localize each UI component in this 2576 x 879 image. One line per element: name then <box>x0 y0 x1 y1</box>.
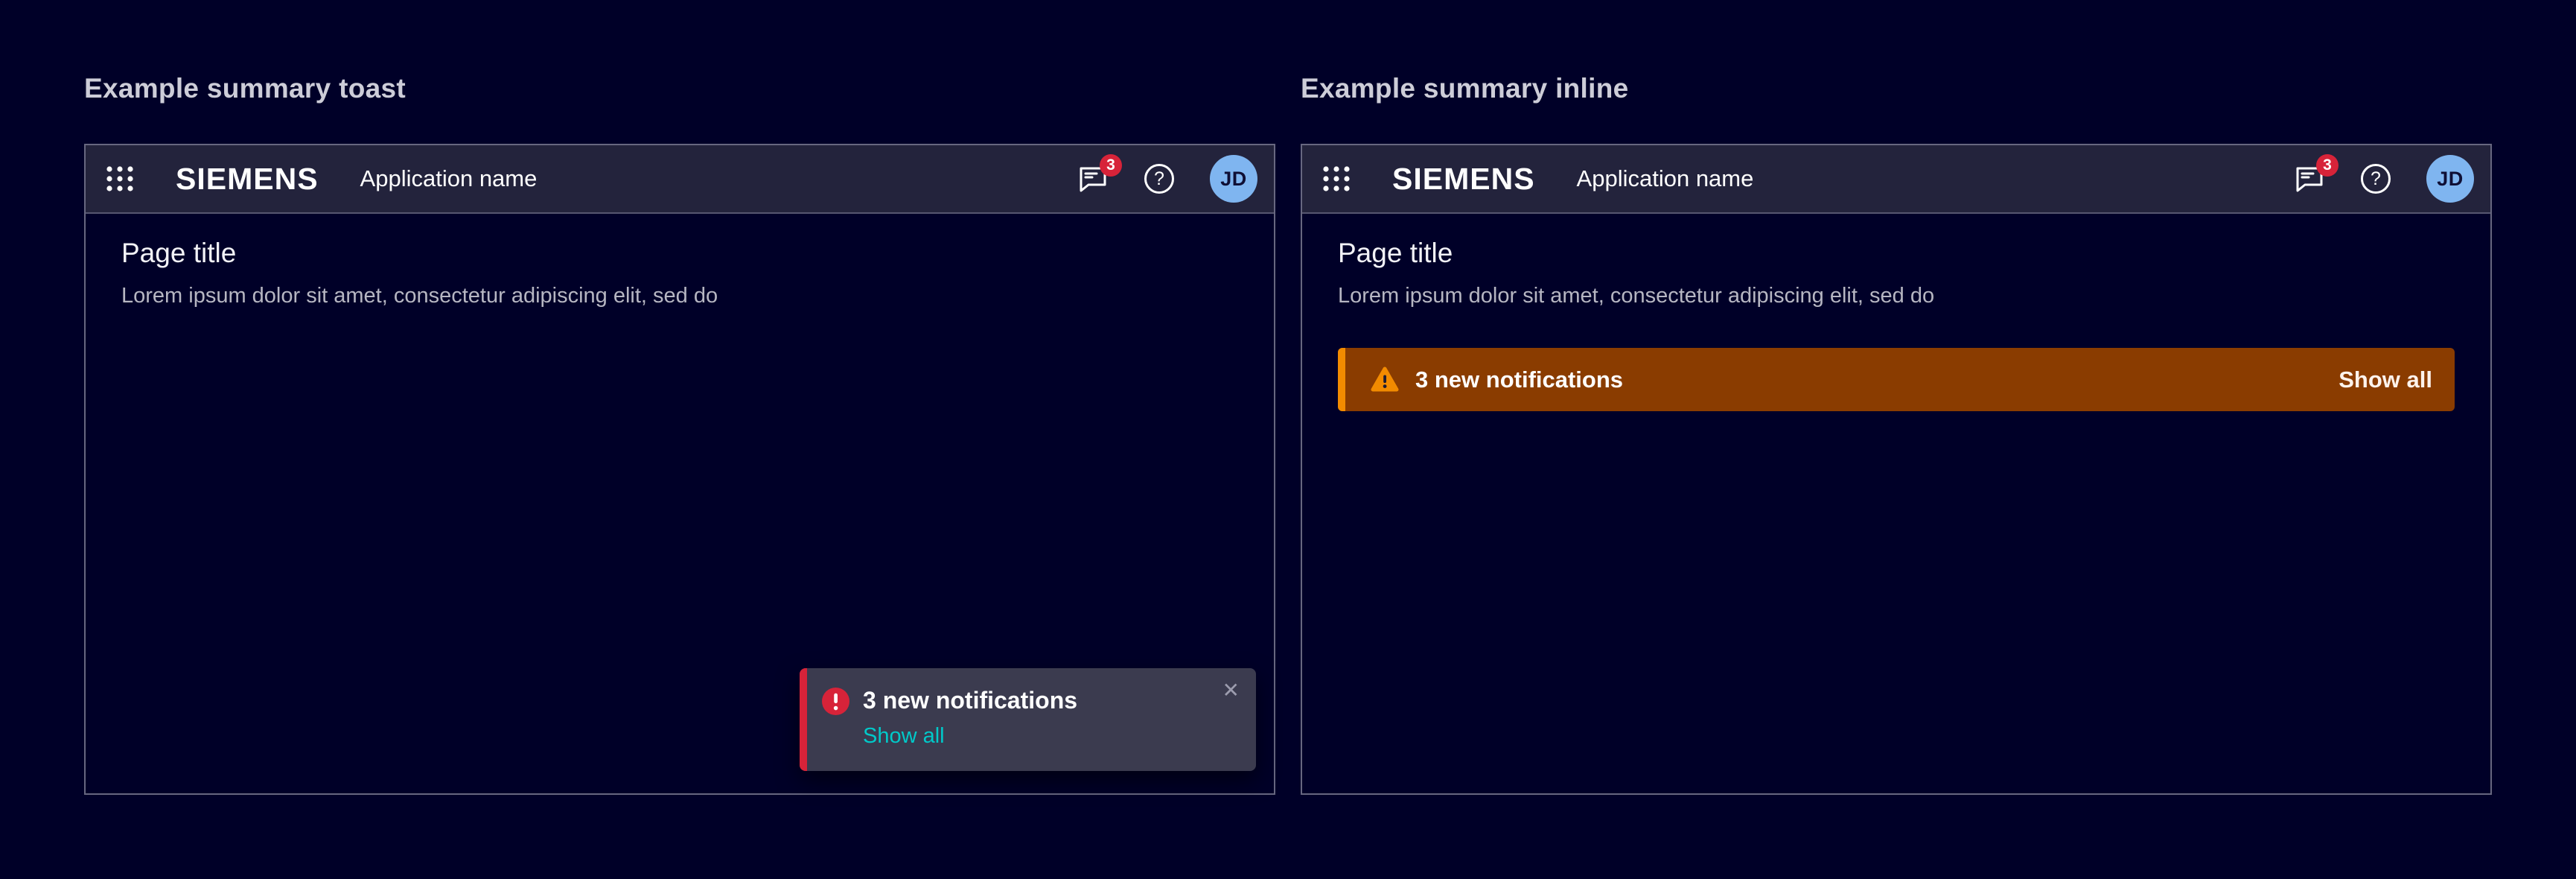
help-icon: ? <box>1144 164 1174 194</box>
user-avatar[interactable]: JD <box>1210 155 1257 203</box>
header-actions: 3 ? JD <box>2294 155 2474 203</box>
toast-show-all-link[interactable]: Show all <box>863 724 945 749</box>
app-launcher-icon <box>106 165 134 193</box>
application-name: Application name <box>360 165 538 192</box>
notification-toast: 3 new notifications Show all ✕ <box>800 668 1256 771</box>
help-button[interactable]: ? <box>2361 164 2391 194</box>
section-heading: Example summary toast <box>84 72 1275 106</box>
close-icon[interactable]: ✕ <box>1218 676 1244 705</box>
help-icon: ? <box>2361 164 2391 194</box>
toast-example-section: Example summary toast SIEMENS Applicatio… <box>84 72 1275 879</box>
banner-title: 3 new notifications <box>1415 366 1623 393</box>
header-actions: 3 ? JD <box>1077 155 1257 203</box>
canvas: Example summary toast SIEMENS Applicatio… <box>0 0 2576 879</box>
user-avatar[interactable]: JD <box>2426 155 2474 203</box>
notification-inline-banner: 3 new notifications Show all <box>1338 348 2455 411</box>
alarm-icon <box>822 688 849 715</box>
toast-title: 3 new notifications <box>863 686 1077 714</box>
notification-count-badge: 3 <box>2316 154 2339 177</box>
app-content: Page title Lorem ipsum dolor sit amet, c… <box>86 214 1274 793</box>
toast-accent-bar <box>800 668 807 771</box>
app-header: SIEMENS Application name 3 ? JD <box>86 145 1274 214</box>
notifications-button[interactable]: 3 <box>1077 165 1109 193</box>
app-launcher-button[interactable] <box>105 164 135 194</box>
page-subtitle: Lorem ipsum dolor sit amet, consectetur … <box>121 282 1238 309</box>
app-content: Page title Lorem ipsum dolor sit amet, c… <box>1302 214 2490 793</box>
toast-text: 3 new notifications Show all <box>863 686 1077 749</box>
siemens-logo: SIEMENS <box>1392 162 1535 197</box>
app-launcher-button[interactable] <box>1322 164 1351 194</box>
app-launcher-icon <box>1322 165 1351 193</box>
warning-icon <box>1371 366 1399 393</box>
application-name: Application name <box>1577 165 1754 192</box>
banner-show-all-button[interactable]: Show all <box>2339 366 2432 393</box>
page-subtitle: Lorem ipsum dolor sit amet, consectetur … <box>1338 282 2455 309</box>
page-title: Page title <box>1338 236 2455 270</box>
banner-accent-bar <box>1338 348 1345 411</box>
app-window: SIEMENS Application name 3 ? JD <box>84 144 1275 795</box>
notifications-button[interactable]: 3 <box>2294 165 2325 193</box>
help-button[interactable]: ? <box>1144 164 1174 194</box>
page-title: Page title <box>121 236 1238 270</box>
section-heading: Example summary inline <box>1301 72 2492 106</box>
app-header: SIEMENS Application name 3 ? JD <box>1302 145 2490 214</box>
siemens-logo: SIEMENS <box>176 162 319 197</box>
app-window: SIEMENS Application name 3 ? JD <box>1301 144 2492 795</box>
inline-example-section: Example summary inline SIEMENS Applicati… <box>1301 72 2492 879</box>
notification-count-badge: 3 <box>1100 154 1122 177</box>
